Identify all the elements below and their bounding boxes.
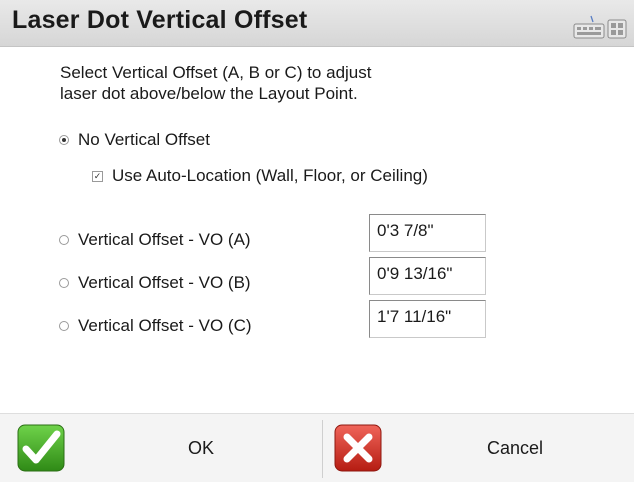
cancel-button[interactable]: Cancel [323,414,634,482]
auto-location-checkbox[interactable]: ✓ [92,170,103,182]
close-x-icon [334,424,382,472]
button-bar: OK Cancel [0,413,634,482]
vertical-offset-a-label: Vertical Offset - VO (A) [78,230,251,249]
vertical-offset-b-option[interactable]: Vertical Offset - VO (B) [59,273,251,293]
cancel-label: Cancel [487,438,544,458]
instructions-text: Select Vertical Offset (A, B or C) to ad… [60,62,520,104]
vertical-offset-a-field[interactable]: 0'3 7/8" [369,214,486,252]
vertical-offset-b-radio[interactable] [59,278,69,288]
ok-label: OK [188,438,215,458]
vertical-offset-a-radio[interactable] [59,235,69,245]
vertical-offset-b-field[interactable]: 0'9 13/16" [369,257,486,295]
vertical-offset-b-label: Vertical Offset - VO (B) [78,273,251,292]
vertical-offset-c-option[interactable]: Vertical Offset - VO (C) [59,316,252,336]
vertical-offset-c-radio[interactable] [59,321,69,331]
keyboard-icon[interactable] [572,14,628,40]
no-vertical-offset-option[interactable]: No Vertical Offset [59,130,210,150]
instructions-line-2: laser dot above/below the Layout Point. [60,84,358,103]
no-vertical-offset-radio[interactable] [59,135,69,145]
dialog-content: Select Vertical Offset (A, B or C) to ad… [0,47,634,413]
dialog-title: Laser Dot Vertical Offset [12,6,308,34]
auto-location-option[interactable]: ✓ Use Auto-Location (Wall, Floor, or Cei… [92,166,428,186]
vertical-offset-c-field[interactable]: 1'7 11/16" [369,300,486,338]
ok-button[interactable]: OK [0,414,322,482]
checkmark-icon [17,424,65,472]
auto-location-label: Use Auto-Location (Wall, Floor, or Ceili… [112,166,428,185]
vertical-offset-c-label: Vertical Offset - VO (C) [78,316,252,335]
vertical-offset-a-option[interactable]: Vertical Offset - VO (A) [59,230,251,250]
instructions-line-1: Select Vertical Offset (A, B or C) to ad… [60,63,372,82]
title-bar: Laser Dot Vertical Offset [0,0,634,47]
no-vertical-offset-label: No Vertical Offset [78,130,210,149]
